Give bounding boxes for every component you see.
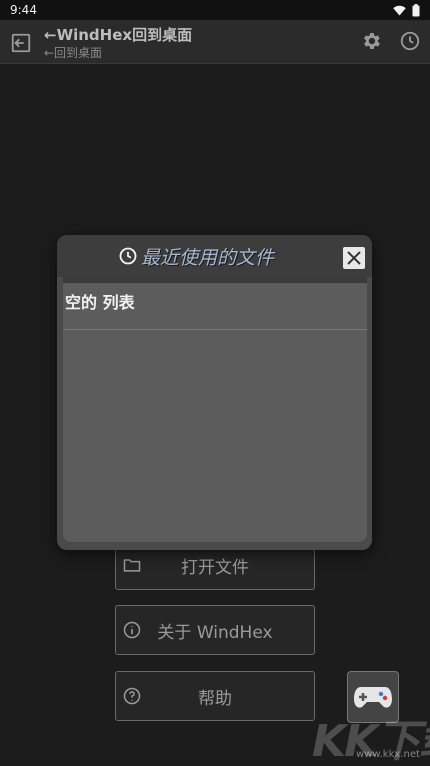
help-label: 帮助 [198, 688, 232, 709]
clock-icon [119, 247, 137, 265]
status-bar: 9:44 [0, 0, 430, 20]
watermark-url: www.kkx.net [356, 749, 420, 760]
close-icon [347, 251, 361, 265]
dialog-title: 最近使用的文件 [141, 247, 275, 269]
battery-icon [412, 3, 420, 16]
recent-files-list[interactable]: 空的 列表 [63, 283, 367, 542]
app-subtitle: ←回到桌面 [44, 46, 103, 60]
exit-icon[interactable] [10, 32, 32, 54]
help-button[interactable]: 帮助 [115, 671, 315, 721]
app-bar: ←WindHex回到桌面 ←回到桌面 [0, 20, 430, 64]
folder-icon [123, 559, 141, 572]
gear-icon[interactable] [360, 30, 382, 52]
about-label: 关于 WindHex [157, 622, 273, 643]
wifi-icon [393, 5, 406, 15]
about-button[interactable]: 关于 WindHex [115, 605, 315, 655]
list-item: 空的 列表 [63, 283, 367, 330]
status-time: 9:44 [10, 3, 37, 17]
open-file-label: 打开文件 [181, 557, 249, 578]
status-icons [393, 3, 420, 17]
info-icon [123, 621, 141, 639]
close-button[interactable] [343, 247, 365, 269]
help-icon [123, 687, 141, 705]
recent-files-dialog: 最近使用的文件 空的 列表 [57, 235, 372, 550]
app-title: ←WindHex回到桌面 [44, 26, 193, 44]
dialog-header: 最近使用的文件 [57, 235, 372, 277]
clock-icon[interactable] [399, 30, 421, 52]
